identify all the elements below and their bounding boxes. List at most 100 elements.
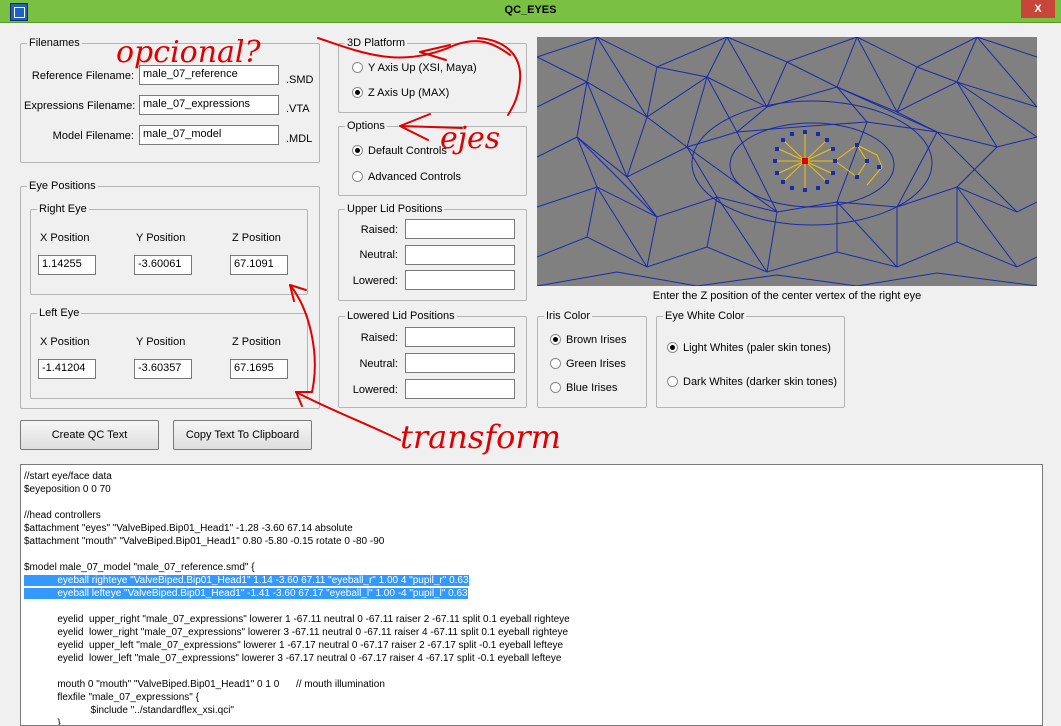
radio-z-axis-up[interactable]: Z Axis Up (MAX): [352, 87, 449, 99]
output-line: $model male_07_model "male_07_reference.…: [24, 562, 255, 573]
radio-advanced-controls-indicator: [352, 171, 363, 182]
expressions-ext-label: .VTA: [286, 103, 310, 115]
model-filename-input[interactable]: male_07_model: [139, 125, 279, 145]
radio-light-whites-label: Light Whites (paler skin tones): [683, 342, 831, 354]
upper-lid-lowered-input[interactable]: [405, 270, 515, 290]
output-line: mouth 0 "mouth" "ValveBiped.Bip01_Head1"…: [24, 679, 385, 690]
reference-ext-label: .SMD: [286, 74, 314, 86]
upper-lid-neutral-label: Neutral:: [359, 249, 398, 261]
radio-advanced-controls-label: Advanced Controls: [368, 171, 461, 183]
qc-output-textarea[interactable]: //start eye/face data $eyeposition 0 0 7…: [20, 464, 1043, 726]
output-line: $attachment "mouth" "ValveBiped.Bip01_He…: [24, 536, 385, 547]
expressions-filename-label: Expressions Filename:: [24, 100, 136, 112]
title-bar: QC_EYES X: [0, 0, 1061, 23]
create-qc-text-button[interactable]: Create QC Text: [20, 420, 159, 450]
right-eye-z-input[interactable]: 67.1091: [230, 255, 288, 275]
eye-preview-viewport[interactable]: [537, 37, 1037, 286]
eye-positions-group-label: Eye Positions: [27, 180, 98, 192]
lowered-lid-raised-label: Raised:: [360, 332, 398, 344]
radio-advanced-controls[interactable]: Advanced Controls: [352, 171, 461, 183]
output-line: //start eye/face data: [24, 471, 112, 482]
output-line: $include "../standardflex_xsi.qci": [24, 705, 234, 716]
output-line: }: [24, 718, 61, 726]
output-line: $eyeposition 0 0 70: [24, 484, 111, 495]
wireframe-mesh: [537, 37, 1037, 286]
radio-dark-whites[interactable]: Dark Whites (darker skin tones): [667, 376, 837, 388]
output-line: eyelid upper_left "male_07_expressions" …: [24, 640, 564, 651]
upper-lid-raised-input[interactable]: [405, 219, 515, 239]
filenames-group-label: Filenames: [27, 37, 82, 49]
right-eye-z-label: Z Position: [232, 232, 281, 244]
right-eye-group-label: Right Eye: [37, 203, 89, 215]
center-vertex-marker: [802, 158, 808, 164]
radio-default-controls-indicator: [352, 145, 363, 156]
radio-brown-irises-indicator: [550, 334, 561, 345]
radio-blue-irises[interactable]: Blue Irises: [550, 382, 617, 394]
radio-brown-irises-label: Brown Irises: [566, 334, 627, 346]
output-line-selected: eyeball righteye "ValveBiped.Bip01_Head1…: [24, 575, 469, 586]
options-group-label: Options: [345, 120, 387, 132]
left-eye-group: Left Eye: [30, 307, 308, 399]
lowered-lid-group-label: Lowered Lid Positions: [345, 310, 457, 322]
platform-group-label: 3D Platform: [345, 37, 408, 49]
right-eye-y-input[interactable]: -3.60061: [134, 255, 192, 275]
radio-z-axis-up-label: Z Axis Up (MAX): [368, 87, 450, 99]
radio-dark-whites-label: Dark Whites (darker skin tones): [683, 376, 838, 388]
lowered-lid-lowered-input[interactable]: [405, 379, 515, 399]
radio-green-irises[interactable]: Green Irises: [550, 358, 626, 370]
eye-white-group-label: Eye White Color: [663, 310, 747, 322]
left-eye-x-label: X Position: [40, 336, 90, 348]
radio-y-axis-up-label: Y Axis Up (XSI, Maya): [368, 62, 477, 74]
right-eye-x-label: X Position: [40, 232, 90, 244]
left-eye-x-input[interactable]: -1.41204: [38, 359, 96, 379]
radio-dark-whites-indicator: [667, 376, 678, 387]
expressions-filename-input[interactable]: male_07_expressions: [139, 95, 279, 115]
copy-to-clipboard-button[interactable]: Copy Text To Clipboard: [173, 420, 312, 450]
radio-green-irises-label: Green Irises: [566, 358, 626, 370]
radio-light-whites-indicator: [667, 342, 678, 353]
upper-lid-group-label: Upper Lid Positions: [345, 203, 445, 215]
model-ext-label: .MDL: [286, 133, 313, 145]
lowered-lid-neutral-input[interactable]: [405, 353, 515, 373]
lowered-lid-neutral-label: Neutral:: [359, 358, 398, 370]
left-eye-z-input[interactable]: 67.1695: [230, 359, 288, 379]
platform-group: 3D Platform: [338, 37, 527, 113]
right-eye-group: Right Eye: [30, 203, 308, 295]
right-eye-x-input[interactable]: 1.14255: [38, 255, 96, 275]
close-button[interactable]: X: [1021, 0, 1055, 18]
output-line: eyelid lower_right "male_07_expressions"…: [24, 627, 569, 638]
radio-default-controls[interactable]: Default Controls: [352, 145, 447, 157]
left-eye-group-label: Left Eye: [37, 307, 82, 319]
output-line-selected: eyeball lefteye "ValveBiped.Bip01_Head1"…: [24, 588, 468, 599]
model-filename-label: Model Filename:: [52, 130, 134, 142]
upper-lid-lowered-label: Lowered:: [352, 275, 398, 287]
window-title: QC_EYES: [504, 4, 557, 16]
right-eye-y-label: Y Position: [136, 232, 186, 244]
output-line: //head controllers: [24, 510, 101, 521]
radio-z-axis-up-indicator: [352, 87, 363, 98]
output-line: flexfile "male_07_expressions" {: [24, 692, 199, 703]
reference-filename-input[interactable]: male_07_reference: [139, 65, 279, 85]
lowered-lid-raised-input[interactable]: [405, 327, 515, 347]
annotation-transform: transform: [400, 418, 561, 456]
output-line: $attachment "eyes" "ValveBiped.Bip01_Hea…: [24, 523, 353, 534]
reference-filename-label: Reference Filename:: [31, 70, 134, 82]
radio-y-axis-up[interactable]: Y Axis Up (XSI, Maya): [352, 62, 477, 74]
upper-lid-neutral-input[interactable]: [405, 245, 515, 265]
radio-light-whites[interactable]: Light Whites (paler skin tones): [667, 342, 831, 354]
radio-brown-irises[interactable]: Brown Irises: [550, 334, 627, 346]
radio-y-axis-up-indicator: [352, 62, 363, 73]
eye-white-group: Eye White Color: [656, 310, 845, 408]
output-line: eyelid lower_left "male_07_expressions" …: [24, 653, 562, 664]
left-eye-z-label: Z Position: [232, 336, 281, 348]
iris-color-group-label: Iris Color: [544, 310, 593, 322]
radio-blue-irises-indicator: [550, 382, 561, 393]
options-group: Options: [338, 120, 527, 196]
radio-blue-irises-label: Blue Irises: [566, 382, 618, 394]
left-eye-y-input[interactable]: -3.60357: [134, 359, 192, 379]
lowered-lid-lowered-label: Lowered:: [352, 384, 398, 396]
